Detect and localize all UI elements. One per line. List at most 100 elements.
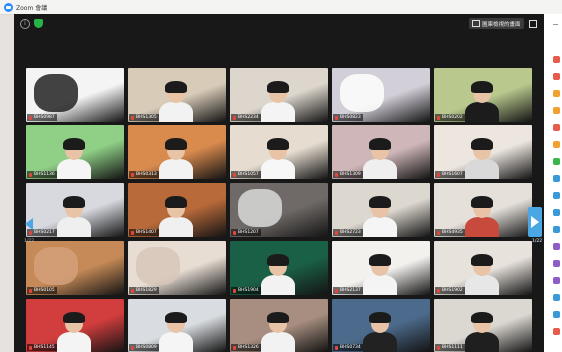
muted-mic-icon [335,115,338,120]
participant-name-bar: BHS1902 [435,287,465,294]
participant-tile[interactable]: BHS2723 [332,183,430,237]
participant-tile[interactable]: BHS1407 [128,183,226,237]
muted-mic-icon [335,345,338,350]
participant-name: BHS1829 [136,288,157,293]
previous-page-button[interactable] [22,209,36,239]
muted-mic-icon [233,115,236,120]
participant-name-bar: BHS1829 [129,287,159,294]
participant-name: BHS0823 [340,115,361,120]
participant-name-bar: BHS1904 [231,287,261,294]
participant-video [465,312,499,352]
muted-mic-icon [233,288,236,293]
app-shortcut-icon[interactable] [553,243,560,250]
participant-tile[interactable]: BHS2137 [332,241,430,295]
muted-mic-icon [131,230,134,235]
participant-name-bar: BHS1111 [435,344,465,351]
participant-tile[interactable]: BHS2234 [230,68,328,122]
participant-name: BHS1902 [442,288,463,293]
participant-tile[interactable]: BHS1902 [434,241,532,295]
muted-mic-icon [29,172,32,177]
app-shortcut-icon[interactable] [553,175,560,182]
fullscreen-icon[interactable] [529,20,537,28]
participant-tile[interactable]: BHS0105 [26,241,124,295]
muted-mic-icon [437,230,440,235]
participant-name-bar: BHS0823 [333,114,363,121]
participant-tile[interactable]: BHS1607 [434,125,532,179]
participant-tile[interactable]: BHS0202 [434,68,532,122]
app-shortcut-icon[interactable] [553,141,560,148]
participant-tile[interactable]: BHS1326 [230,299,328,352]
participant-name-bar: BHS4935 [435,229,465,236]
participant-tile[interactable]: BHS1829 [128,241,226,295]
participant-name-bar: BHS1607 [435,171,465,178]
participant-name-bar: BHS1309 [333,171,363,178]
app-shortcut-icon[interactable] [553,73,560,80]
app-shortcut-icon[interactable] [553,260,560,267]
info-icon[interactable]: i [20,19,30,29]
app-shortcut-icon[interactable] [553,294,560,301]
right-side-panel [544,14,562,352]
participant-tile[interactable]: BHS1111 [434,299,532,352]
participant-tile[interactable]: BHS1309 [332,125,430,179]
participant-video [57,196,91,237]
muted-mic-icon [131,115,134,120]
page-indicator-left: 1/22 [24,239,35,244]
participant-tile[interactable]: BHS0734 [332,299,430,352]
app-shortcut-icon[interactable] [553,311,560,318]
participant-tile[interactable]: BHS1904 [230,241,328,295]
app-shortcut-icon[interactable] [553,328,560,335]
muted-mic-icon [131,288,134,293]
participant-tile[interactable]: BHS0313 [128,125,226,179]
participant-name: BHS1057 [238,172,259,177]
muted-mic-icon [131,345,134,350]
camera-view [237,189,282,228]
participant-tile[interactable]: BHS0217 [26,183,124,237]
gallery-grid-icon [472,20,480,27]
participant-tile[interactable]: BHS1057 [230,125,328,179]
participant-video [465,196,499,237]
participant-tile[interactable]: BHS1305 [128,68,226,122]
app-shortcut-icon[interactable] [553,209,560,216]
gallery-view-button[interactable]: 圖庫檢視的畫面 [469,18,524,29]
app-shortcut-icon[interactable] [553,107,560,114]
muted-mic-icon [233,230,236,235]
next-page-button[interactable] [528,207,542,237]
app-shortcut-icon[interactable] [553,226,560,233]
participant-name-bar: BHS0987 [27,114,57,121]
participant-name: BHS2137 [340,288,361,293]
participant-tile[interactable]: BHS1207 [230,183,328,237]
participant-name: BHS0105 [34,288,55,293]
participant-name: BHS0734 [340,345,361,350]
participant-name: BHS0313 [136,172,157,177]
participant-tile[interactable]: BHS4935 [434,183,532,237]
participant-name-bar: BHS1136 [27,171,57,178]
app-shortcut-icon[interactable] [553,158,560,165]
participant-tile[interactable]: BHS1136 [26,125,124,179]
participant-name: BHS2234 [238,115,259,120]
security-shield-icon[interactable] [34,19,43,28]
page-indicator-right: 1/22 [532,239,543,244]
participant-name: BHS1136 [34,172,55,177]
app-shortcut-icon[interactable] [553,192,560,199]
panel-collapse-icon[interactable] [553,24,558,25]
participant-name-bar: BHS1207 [231,229,261,236]
app-shortcut-icon[interactable] [553,56,560,63]
app-shortcut-icon[interactable] [553,90,560,97]
app-shortcut-icon[interactable] [553,277,560,284]
muted-mic-icon [437,288,440,293]
participant-tile[interactable]: BHS1145 [26,299,124,352]
meeting-window: BHS0987 BHS1305 BHS2234 BHS0823 BHS0202 BHS11… [14,14,544,352]
muted-mic-icon [437,172,440,177]
participant-tile[interactable]: BHS0823 [332,68,430,122]
participant-name-bar: BHS1145 [27,344,57,351]
muted-mic-icon [29,345,32,350]
participant-name: BHS1145 [34,345,55,350]
participant-video [159,138,193,179]
zoom-logo-icon [4,2,13,12]
app-shortcut-icon[interactable] [553,124,560,131]
muted-mic-icon [335,288,338,293]
participant-tile[interactable]: BHS0809 [128,299,226,352]
participant-video [261,254,295,295]
participant-name: BHS1607 [442,172,463,177]
participant-tile[interactable]: BHS0987 [26,68,124,122]
